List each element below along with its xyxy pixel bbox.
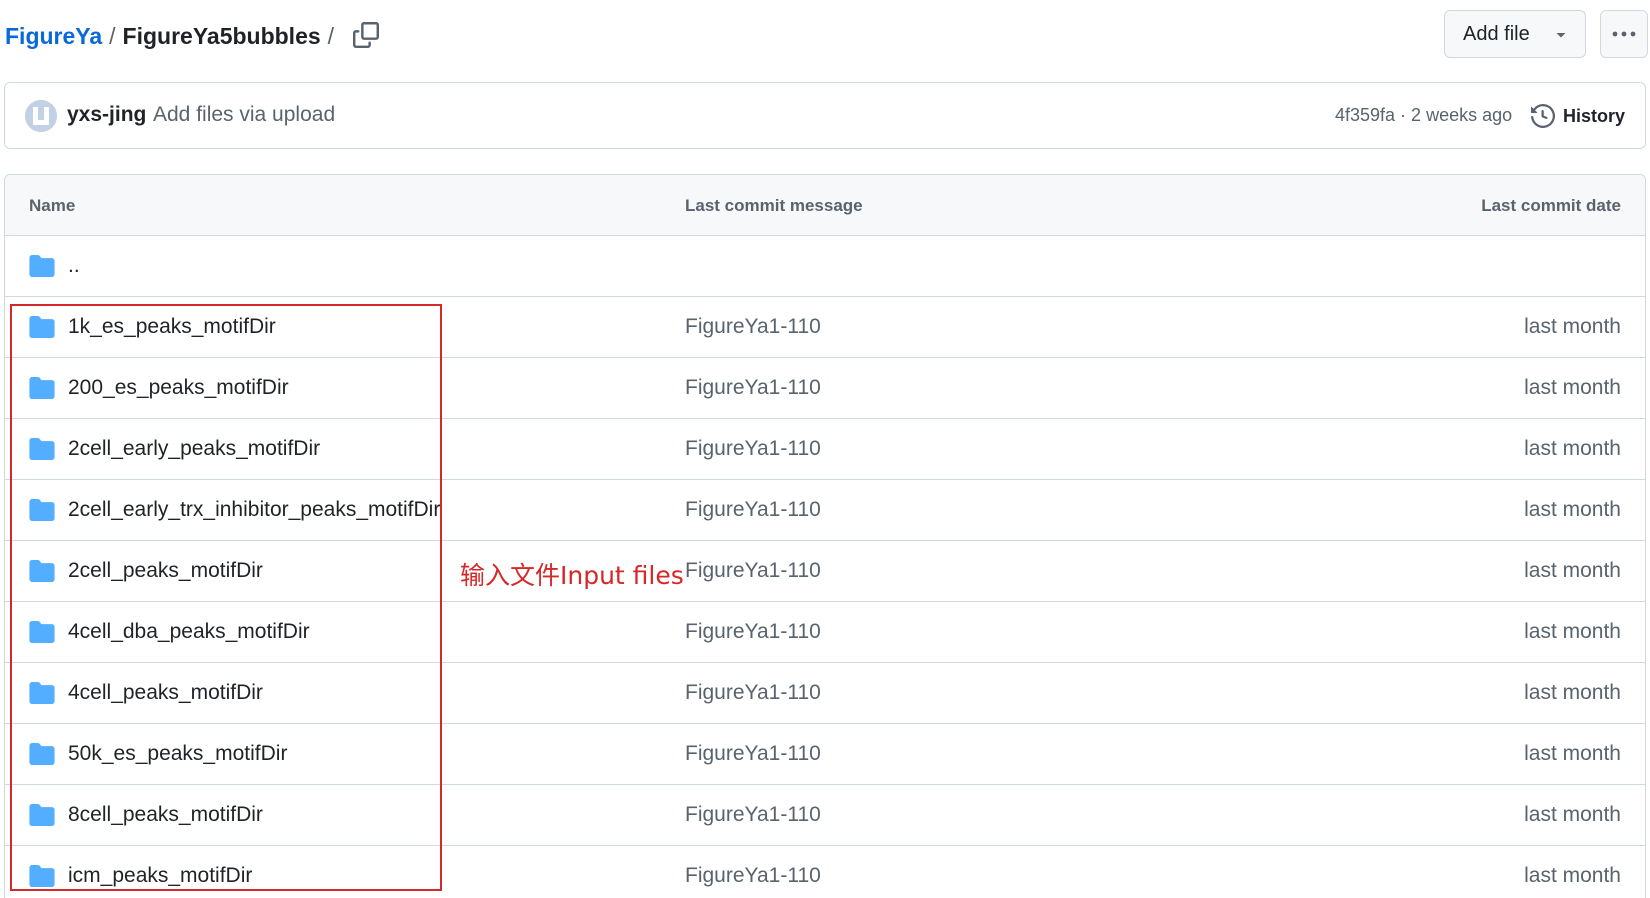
latest-commit-box: yxs-jing Add files via upload 4f359fa · … — [4, 82, 1646, 149]
table-row: icm_peaks_motifDir FigureYa1-110 last mo… — [5, 846, 1645, 898]
copy-icon — [353, 22, 379, 48]
copy-path-button[interactable] — [350, 19, 382, 51]
table-row: 8cell_peaks_motifDir FigureYa1-110 last … — [5, 785, 1645, 846]
table-row: 2cell_early_peaks_motifDir FigureYa1-110… — [5, 419, 1645, 480]
commit-date: last month — [1524, 620, 1621, 643]
commit-message-link[interactable]: FigureYa1-110 — [685, 864, 821, 888]
folder-name-link[interactable]: 8cell_peaks_motifDir — [68, 803, 263, 827]
commit-author[interactable]: yxs-jing — [67, 103, 146, 127]
commit-date: last month — [1524, 864, 1621, 887]
folder-icon — [29, 438, 55, 460]
history-icon — [1531, 104, 1555, 128]
history-button[interactable]: History — [1531, 99, 1625, 133]
commit-message[interactable]: Add files via upload — [153, 103, 335, 127]
breadcrumb-separator: / — [109, 22, 116, 49]
folder-name-link[interactable]: 2cell_early_peaks_motifDir — [68, 437, 320, 461]
history-label: History — [1563, 105, 1626, 126]
column-header-name: Name — [29, 196, 76, 215]
avatar[interactable] — [25, 100, 57, 132]
repo-folder-page: FigureYa / FigureYa5bubbles / Add file y… — [0, 0, 1650, 898]
commit-date: last month — [1524, 803, 1621, 826]
table-row: 2cell_peaks_motifDir FigureYa1-110 last … — [5, 541, 1645, 602]
avatar-image — [25, 100, 57, 132]
table-row: 4cell_peaks_motifDir FigureYa1-110 last … — [5, 663, 1645, 724]
annotation-label: 输入文件Input files — [460, 561, 684, 590]
folder-icon — [29, 743, 55, 765]
commit-message-link[interactable]: FigureYa1-110 — [685, 498, 821, 522]
commit-message-link[interactable]: FigureYa1-110 — [685, 315, 821, 339]
commit-message-link[interactable]: FigureYa1-110 — [685, 559, 821, 583]
column-header-message: Last commit message — [685, 196, 863, 215]
folder-icon — [29, 804, 55, 826]
commit-date: last month — [1524, 315, 1621, 338]
commit-date: last month — [1524, 498, 1621, 521]
folder-icon — [29, 255, 55, 277]
breadcrumb-current-folder: FigureYa5bubbles — [122, 22, 321, 49]
commit-message-link[interactable]: FigureYa1-110 — [685, 437, 821, 461]
commit-date: last month — [1524, 681, 1621, 704]
folder-icon — [29, 499, 55, 521]
commit-date: last month — [1524, 742, 1621, 765]
commit-date: last month — [1524, 437, 1621, 460]
folder-name-link[interactable]: 4cell_dba_peaks_motifDir — [68, 620, 310, 644]
folder-icon — [29, 682, 55, 704]
commit-date: last month — [1524, 376, 1621, 399]
column-header-date: Last commit date — [1481, 196, 1621, 215]
table-row: 4cell_dba_peaks_motifDir FigureYa1-110 l… — [5, 602, 1645, 663]
folder-icon — [29, 377, 55, 399]
folder-name-link[interactable]: 4cell_peaks_motifDir — [68, 681, 263, 705]
commit-date: last month — [1524, 559, 1621, 582]
add-file-label: Add file — [1463, 22, 1530, 45]
folder-icon — [29, 316, 55, 338]
folder-icon — [29, 560, 55, 582]
breadcrumb-separator: / — [327, 22, 335, 49]
folder-name-link[interactable]: 1k_es_peaks_motifDir — [68, 315, 276, 339]
commit-message-link[interactable]: FigureYa1-110 — [685, 620, 821, 644]
triangle-down-icon — [1556, 33, 1566, 38]
commit-message-link[interactable]: FigureYa1-110 — [685, 376, 821, 400]
folder-icon — [29, 621, 55, 643]
folder-name-link[interactable]: icm_peaks_motifDir — [68, 864, 252, 888]
kebab-horizontal-icon — [1612, 31, 1636, 37]
breadcrumb-repo-link[interactable]: FigureYa — [5, 23, 102, 50]
parent-directory-row[interactable]: .. — [5, 236, 1645, 297]
folder-name-link[interactable]: 2cell_early_trx_inhibitor_peaks_motifDir — [68, 498, 440, 522]
table-header: Name Last commit message Last commit dat… — [5, 175, 1645, 236]
more-options-button[interactable] — [1600, 10, 1648, 58]
folder-name-link[interactable]: 200_es_peaks_motifDir — [68, 376, 289, 400]
table-row: 2cell_early_trx_inhibitor_peaks_motifDir… — [5, 480, 1645, 541]
table-row: 200_es_peaks_motifDir FigureYa1-110 last… — [5, 358, 1645, 419]
commit-message-link[interactable]: FigureYa1-110 — [685, 742, 821, 766]
table-row: 50k_es_peaks_motifDir FigureYa1-110 last… — [5, 724, 1645, 785]
table-row: 1k_es_peaks_motifDir FigureYa1-110 last … — [5, 297, 1645, 358]
parent-directory-link[interactable]: .. — [68, 254, 80, 278]
folder-name-link[interactable]: 50k_es_peaks_motifDir — [68, 742, 287, 766]
commit-message-link[interactable]: FigureYa1-110 — [685, 681, 821, 705]
add-file-button[interactable]: Add file — [1444, 10, 1586, 58]
breadcrumb: FigureYa / FigureYa5bubbles / — [5, 18, 341, 54]
commit-message-link[interactable]: FigureYa1-110 — [685, 803, 821, 827]
folder-icon — [29, 865, 55, 887]
file-table: Name Last commit message Last commit dat… — [4, 174, 1646, 898]
commit-meta[interactable]: 4f359fa · 2 weeks ago — [1335, 105, 1512, 126]
folder-name-link[interactable]: 2cell_peaks_motifDir — [68, 559, 263, 583]
file-navigation-header: FigureYa / FigureYa5bubbles / Add file — [0, 0, 1650, 70]
